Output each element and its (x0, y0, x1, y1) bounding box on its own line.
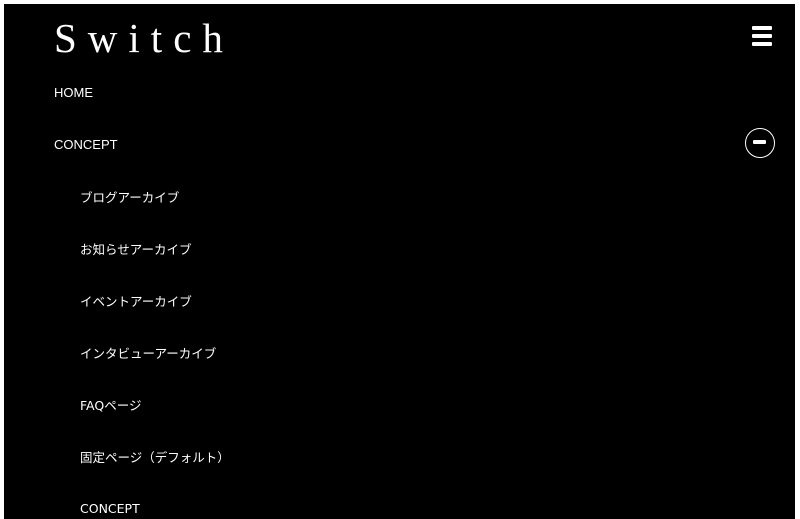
mobile-nav-overlay: Switch HOME CONCEPT ブログアーカイブ お知らせアーカイブ イ… (4, 4, 795, 519)
hamburger-bar (752, 26, 772, 30)
site-logo[interactable]: Switch (54, 12, 234, 64)
submenu-item-label: ブログアーカイブ (80, 189, 180, 205)
hamburger-menu-icon[interactable] (752, 26, 774, 46)
submenu-item-fixed-page[interactable]: 固定ページ（デフォルト） (4, 430, 795, 482)
menu-item-home[interactable]: HOME (4, 66, 795, 118)
hamburger-bar (752, 34, 772, 38)
submenu-item-label: インタビューアーカイブ (80, 345, 217, 361)
minus-icon (753, 140, 766, 144)
submenu-item-concept[interactable]: CONCEPT (4, 482, 795, 519)
minus-circle-icon[interactable] (745, 128, 775, 158)
main-menu: HOME CONCEPT ブログアーカイブ お知らせアーカイブ イベントアーカイ… (4, 66, 795, 519)
submenu-item-label: CONCEPT (80, 500, 140, 516)
submenu-item-interview-archive[interactable]: インタビューアーカイブ (4, 326, 795, 378)
submenu-item-label: 固定ページ（デフォルト） (80, 449, 230, 465)
submenu-item-label: FAQページ (80, 397, 142, 413)
submenu-item-blog-archive[interactable]: ブログアーカイブ (4, 170, 795, 222)
menu-item-concept[interactable]: CONCEPT (4, 118, 795, 170)
submenu-item-label: お知らせアーカイブ (80, 241, 192, 257)
submenu-item-news-archive[interactable]: お知らせアーカイブ (4, 222, 795, 274)
submenu-item-event-archive[interactable]: イベントアーカイブ (4, 274, 795, 326)
hamburger-bar (752, 42, 772, 46)
submenu-item-label: イベントアーカイブ (80, 293, 192, 309)
menu-item-label: HOME (54, 84, 93, 100)
menu-item-label: CONCEPT (54, 136, 118, 152)
submenu-item-faq[interactable]: FAQページ (4, 378, 795, 430)
